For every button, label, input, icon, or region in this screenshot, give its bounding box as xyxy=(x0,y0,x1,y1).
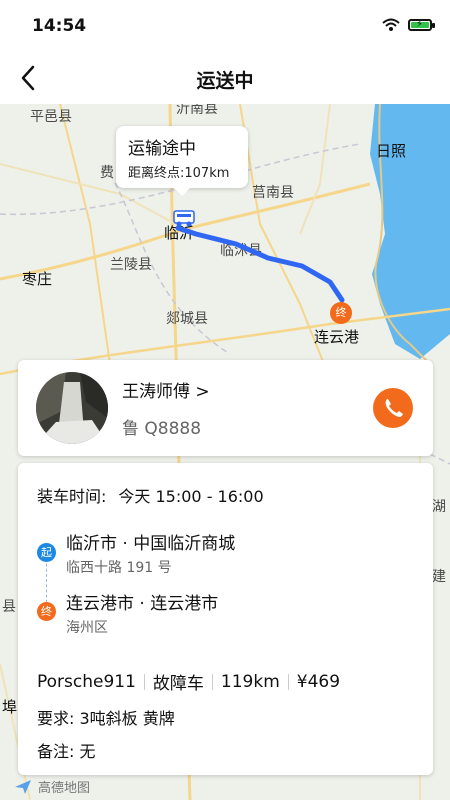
driver-card: 王涛师傅 > 鲁 Q8888 xyxy=(18,360,433,456)
status-time: 14:54 xyxy=(32,16,87,36)
end-address-title: 连云港市 · 连云港市 xyxy=(66,594,219,614)
divider xyxy=(143,673,145,690)
end-address-sub: 海州区 xyxy=(66,620,108,636)
start-badge: 起 xyxy=(37,543,56,562)
divider xyxy=(211,673,213,690)
route-tip-title: 运输途中 xyxy=(128,139,196,159)
avatar xyxy=(36,372,108,444)
battery-icon: ⚡ xyxy=(408,19,435,31)
divider xyxy=(287,673,289,690)
status-icons: ⚡ xyxy=(382,18,435,32)
trip-distance: 119km xyxy=(220,671,280,692)
load-time-value: 今天 15:00 - 16:00 xyxy=(118,487,264,506)
truck-icon xyxy=(173,210,195,227)
nav-bar: 运送中 xyxy=(0,52,450,104)
amap-logo-icon xyxy=(15,779,31,794)
end-point-marker: 终 xyxy=(330,302,352,324)
order-requirement: 要求: 3吨斜板 黄牌 xyxy=(37,709,175,728)
start-address-title: 临沂市 · 中国临沂商城 xyxy=(66,534,236,554)
route-tip: 运输途中 距离终点:107km xyxy=(116,126,248,196)
load-time-label: 装车时间: xyxy=(37,487,107,506)
route-tip-distance: 距离终点:107km xyxy=(128,166,230,181)
end-badge: 终 xyxy=(37,602,56,621)
phone-icon xyxy=(385,399,403,417)
map-logo-text: 高德地图 xyxy=(38,781,91,796)
waterfall-avatar-icon xyxy=(36,372,108,444)
order-remark: 备注: 无 xyxy=(37,742,96,761)
driver-name-link[interactable]: 王涛师傅 > xyxy=(122,377,210,402)
vehicle-model: Porsche911 xyxy=(37,671,136,692)
wifi-icon xyxy=(382,18,400,31)
vehicle-info: Porsche911 故障车 119km ¥469 xyxy=(37,669,341,695)
order-card: 装车时间: 今天 15:00 - 16:00 起 临沂市 · 中国临沂商城 临西十… xyxy=(18,463,433,775)
order-price: ¥469 xyxy=(296,671,341,692)
page-title: 运送中 xyxy=(196,70,254,92)
map-logo: 高德地图 xyxy=(14,777,90,796)
load-time: 装车时间: 今天 15:00 - 16:00 xyxy=(37,483,264,507)
vehicle-status: 故障车 xyxy=(152,674,204,694)
call-button[interactable] xyxy=(373,388,413,428)
driver-plate: 鲁 Q8888 xyxy=(122,419,202,439)
status-bar: 14:54 ⚡ xyxy=(0,0,450,52)
start-address-sub: 临西十路 191 号 xyxy=(66,560,172,576)
